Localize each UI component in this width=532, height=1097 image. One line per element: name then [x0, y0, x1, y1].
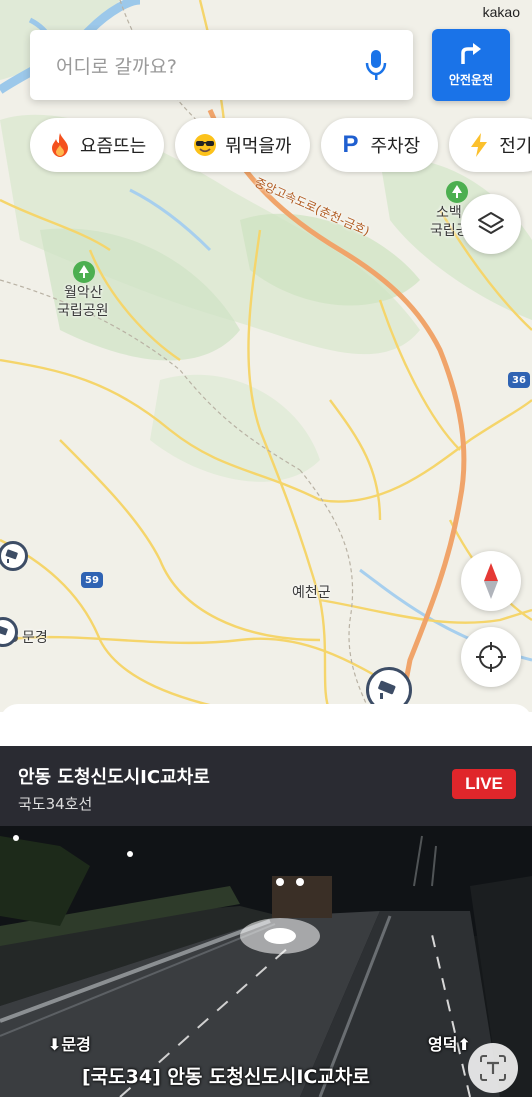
safe-driving-label: 안전운전 — [448, 72, 494, 87]
overlay-left-label: 문경 — [61, 1035, 91, 1054]
map-label-wolak-park: 국립공원 — [57, 303, 109, 319]
fire-icon — [48, 133, 72, 157]
map-terrain — [0, 0, 532, 712]
chip-label: 뭐먹을까 — [225, 136, 292, 157]
overlay-caption: [국도34] 안동 도청신도시IC교차로 — [82, 1066, 370, 1088]
kakao-logo: kakao — [482, 4, 520, 20]
text-recognition-button[interactable] — [468, 1043, 518, 1093]
overlay-direction-left: ⬇문경 — [48, 1031, 91, 1055]
crosshair-icon — [476, 642, 506, 672]
chip-ev-charging[interactable]: 전기 — [449, 118, 532, 172]
search-placeholder[interactable]: 어디로 갈까요? — [56, 52, 361, 79]
safe-driving-button[interactable]: 안전운전 — [432, 29, 510, 101]
route-badge: 36 — [508, 372, 530, 388]
chip-parking[interactable]: P 주차장 — [320, 118, 439, 172]
text-recognition-icon — [480, 1055, 506, 1081]
overlay-direction-right: 영덕⬆ — [428, 1031, 471, 1055]
compass-icon — [484, 563, 498, 599]
microphone-icon[interactable] — [361, 45, 391, 85]
arrow-up-icon: ⬆ — [457, 1035, 471, 1054]
category-chips: 요즘뜨는 뭐먹을까 P 주차장 전기 — [30, 118, 532, 172]
map-label-yecheon: 예천군 — [292, 585, 331, 601]
sunglasses-emoji-icon — [193, 133, 217, 157]
map-label-wolak: 월악산 — [64, 285, 103, 301]
chip-label: 전기 — [499, 136, 532, 157]
cctv-video-player[interactable]: 안동 도청신도시IC교차로 국도34호선 LIVE ⬇문경 영덕⬆ [국도34]… — [0, 746, 532, 1097]
map-label-mungyeong: 문경 — [22, 630, 48, 646]
overlay-right-label: 영덕 — [428, 1035, 458, 1054]
layers-icon — [478, 212, 504, 234]
chip-label: 주차장 — [370, 136, 421, 157]
chip-trending[interactable]: 요즘뜨는 — [30, 118, 165, 172]
chip-food[interactable]: 뭐먹을까 — [175, 118, 310, 172]
compass-button[interactable] — [461, 551, 521, 611]
cctv-title: 안동 도청신도시IC교차로 — [18, 767, 210, 788]
current-location-button[interactable] — [461, 627, 521, 687]
search-bar[interactable]: 어디로 갈까요? — [30, 30, 413, 100]
lightning-icon — [467, 133, 491, 157]
park-marker-icon[interactable] — [73, 261, 95, 283]
park-marker-icon[interactable] — [446, 181, 468, 203]
layers-button[interactable] — [461, 194, 521, 254]
live-badge: LIVE — [452, 769, 516, 799]
map-label-sobaek: 소백 — [436, 205, 462, 221]
route-badge: 59 — [81, 572, 103, 588]
cctv-subtitle: 국도34호선 — [18, 795, 93, 813]
map-view[interactable]: kakao 중앙고속도로(춘천-금호) 월악산 국립공원 소백 국립공 예천군 … — [0, 0, 532, 712]
turn-right-arrow-icon — [461, 42, 481, 64]
parking-p-icon: P — [342, 131, 359, 158]
screen: kakao 중앙고속도로(춘천-금호) 월악산 국립공원 소백 국립공 예천군 … — [0, 0, 532, 1097]
chip-label: 요즘뜨는 — [80, 136, 147, 157]
arrow-down-icon: ⬇ — [48, 1035, 62, 1054]
